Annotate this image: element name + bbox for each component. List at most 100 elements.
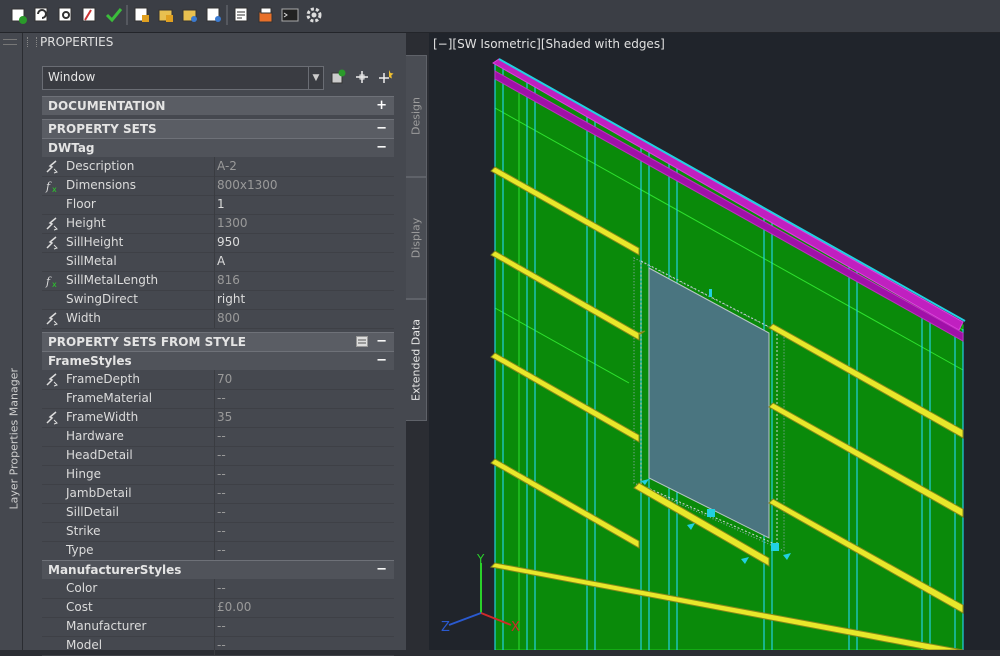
- property-value[interactable]: --: [217, 505, 226, 519]
- property-value[interactable]: 70: [217, 372, 232, 386]
- property-value[interactable]: 1300: [217, 216, 248, 230]
- section-documentation[interactable]: DOCUMENTATION +: [42, 96, 394, 115]
- property-value[interactable]: 1: [217, 197, 225, 211]
- property-row[interactable]: Strike --: [42, 522, 394, 542]
- property-row[interactable]: SillDetail --: [42, 503, 394, 523]
- property-row[interactable]: Width 800: [42, 309, 394, 329]
- svg-text:x: x: [52, 185, 57, 193]
- property-row[interactable]: SwingDirect right: [42, 290, 394, 310]
- check-icon[interactable]: [104, 5, 124, 25]
- row-icon-slot: [44, 448, 60, 463]
- axis-z-label: Z: [441, 620, 450, 635]
- zoom-icon[interactable]: [56, 5, 76, 25]
- refresh-icon[interactable]: [32, 5, 52, 25]
- section-property-sets[interactable]: PROPERTY SETS −: [42, 119, 394, 138]
- collapse-icon[interactable]: −: [376, 562, 387, 577]
- property-value[interactable]: £0.00: [217, 600, 251, 614]
- edit-property-sets-icon[interactable]: [356, 336, 368, 350]
- property-label: Hardware: [66, 429, 124, 443]
- select-objects-icon[interactable]: [353, 68, 371, 86]
- column-divider: [214, 389, 215, 408]
- property-row[interactable]: FrameMaterial --: [42, 389, 394, 409]
- property-value[interactable]: --: [217, 467, 226, 481]
- new-icon[interactable]: [8, 5, 28, 25]
- property-label: SillDetail: [66, 505, 119, 519]
- sheet-settings-icon[interactable]: [204, 5, 224, 25]
- property-value[interactable]: 800x1300: [217, 178, 278, 192]
- property-row[interactable]: f x Dimensions 800x1300: [42, 176, 394, 196]
- grip-handle[interactable]: [27, 37, 37, 47]
- property-value[interactable]: --: [217, 486, 226, 500]
- property-row[interactable]: Hardware --: [42, 427, 394, 447]
- property-label: Height: [66, 216, 106, 230]
- terminal-icon[interactable]: [280, 5, 300, 25]
- add-to-selection-icon[interactable]: [329, 68, 347, 86]
- column-divider: [214, 290, 215, 309]
- object-type-select[interactable]: Window ▼: [42, 66, 324, 90]
- gear-icon[interactable]: [304, 5, 324, 25]
- property-value[interactable]: --: [217, 543, 226, 557]
- property-value[interactable]: 816: [217, 273, 240, 287]
- property-row[interactable]: SillMetal A: [42, 252, 394, 272]
- property-value[interactable]: 950: [217, 235, 240, 249]
- properties-icon[interactable]: [232, 5, 252, 25]
- property-value[interactable]: A-2: [217, 159, 237, 173]
- property-row[interactable]: SillHeight 950: [42, 233, 394, 253]
- property-row[interactable]: Model --: [42, 636, 394, 656]
- style-icon[interactable]: [80, 5, 100, 25]
- chevron-down-icon[interactable]: ▼: [308, 67, 323, 89]
- tab-display[interactable]: Display: [406, 177, 427, 299]
- palette-titlebar[interactable]: PROPERTIES: [23, 33, 406, 51]
- property-row[interactable]: FrameDepth 70: [42, 370, 394, 390]
- folder-edit-icon[interactable]: [156, 5, 176, 25]
- property-value[interactable]: A: [217, 254, 225, 268]
- folder-settings-icon[interactable]: [180, 5, 200, 25]
- tab-label: Extended Data: [409, 318, 423, 402]
- column-divider: [214, 309, 215, 328]
- drawing-viewport[interactable]: Y X Z [−][SW Isometric][Shaded with edge…: [429, 33, 1000, 650]
- edit-icon[interactable]: [132, 5, 152, 25]
- property-value[interactable]: --: [217, 581, 226, 595]
- property-value[interactable]: --: [217, 429, 226, 443]
- collapse-icon[interactable]: −: [376, 140, 387, 155]
- property-value[interactable]: 35: [217, 410, 232, 424]
- property-row[interactable]: FrameWidth 35: [42, 408, 394, 428]
- tab-extended-data[interactable]: Extended Data: [406, 299, 427, 421]
- viewport-controls-label[interactable]: [−][SW Isometric][Shaded with edges]: [433, 37, 665, 51]
- collapse-icon[interactable]: −: [376, 353, 387, 368]
- subsection-dwtag[interactable]: DWTag −: [42, 138, 394, 157]
- property-row[interactable]: HeadDetail --: [42, 446, 394, 466]
- property-value[interactable]: 800: [217, 311, 240, 325]
- property-label: SillMetal: [66, 254, 117, 268]
- property-row[interactable]: Description A-2: [42, 157, 394, 177]
- property-row[interactable]: JambDetail --: [42, 484, 394, 504]
- quick-select-icon[interactable]: [377, 68, 395, 86]
- 3d-model-view[interactable]: Y X Z: [429, 33, 1000, 650]
- property-row[interactable]: Cost £0.00: [42, 598, 394, 618]
- collapse-icon[interactable]: −: [376, 334, 387, 349]
- expand-icon[interactable]: +: [376, 98, 387, 113]
- row-icon-slot: [44, 505, 60, 520]
- section-property-sets-from-style[interactable]: PROPERTY SETS FROM STYLE −: [42, 332, 394, 351]
- property-label: FrameMaterial: [66, 391, 153, 405]
- property-value[interactable]: --: [217, 619, 226, 633]
- property-value[interactable]: right: [217, 292, 245, 306]
- property-row[interactable]: Type --: [42, 541, 394, 561]
- property-row[interactable]: Height 1300: [42, 214, 394, 234]
- subsection-manufacturerstyles[interactable]: ManufacturerStyles −: [42, 560, 394, 579]
- subsection-framestyles[interactable]: FrameStyles −: [42, 351, 394, 370]
- palette-title: PROPERTIES: [40, 35, 114, 49]
- layer-properties-manager-strip[interactable]: Layer Properties Manager: [0, 33, 23, 650]
- tab-design[interactable]: Design: [406, 55, 427, 177]
- property-row[interactable]: Manufacturer --: [42, 617, 394, 637]
- property-value[interactable]: --: [217, 524, 226, 538]
- grip-handle[interactable]: [3, 39, 17, 45]
- property-value[interactable]: --: [217, 391, 226, 405]
- property-row[interactable]: Floor 1: [42, 195, 394, 215]
- layer-icon[interactable]: [256, 5, 276, 25]
- property-row[interactable]: Color --: [42, 579, 394, 599]
- collapse-icon[interactable]: −: [376, 121, 387, 136]
- property-row[interactable]: Hinge --: [42, 465, 394, 485]
- property-row[interactable]: f x SillMetalLength 816: [42, 271, 394, 291]
- property-value[interactable]: --: [217, 448, 226, 462]
